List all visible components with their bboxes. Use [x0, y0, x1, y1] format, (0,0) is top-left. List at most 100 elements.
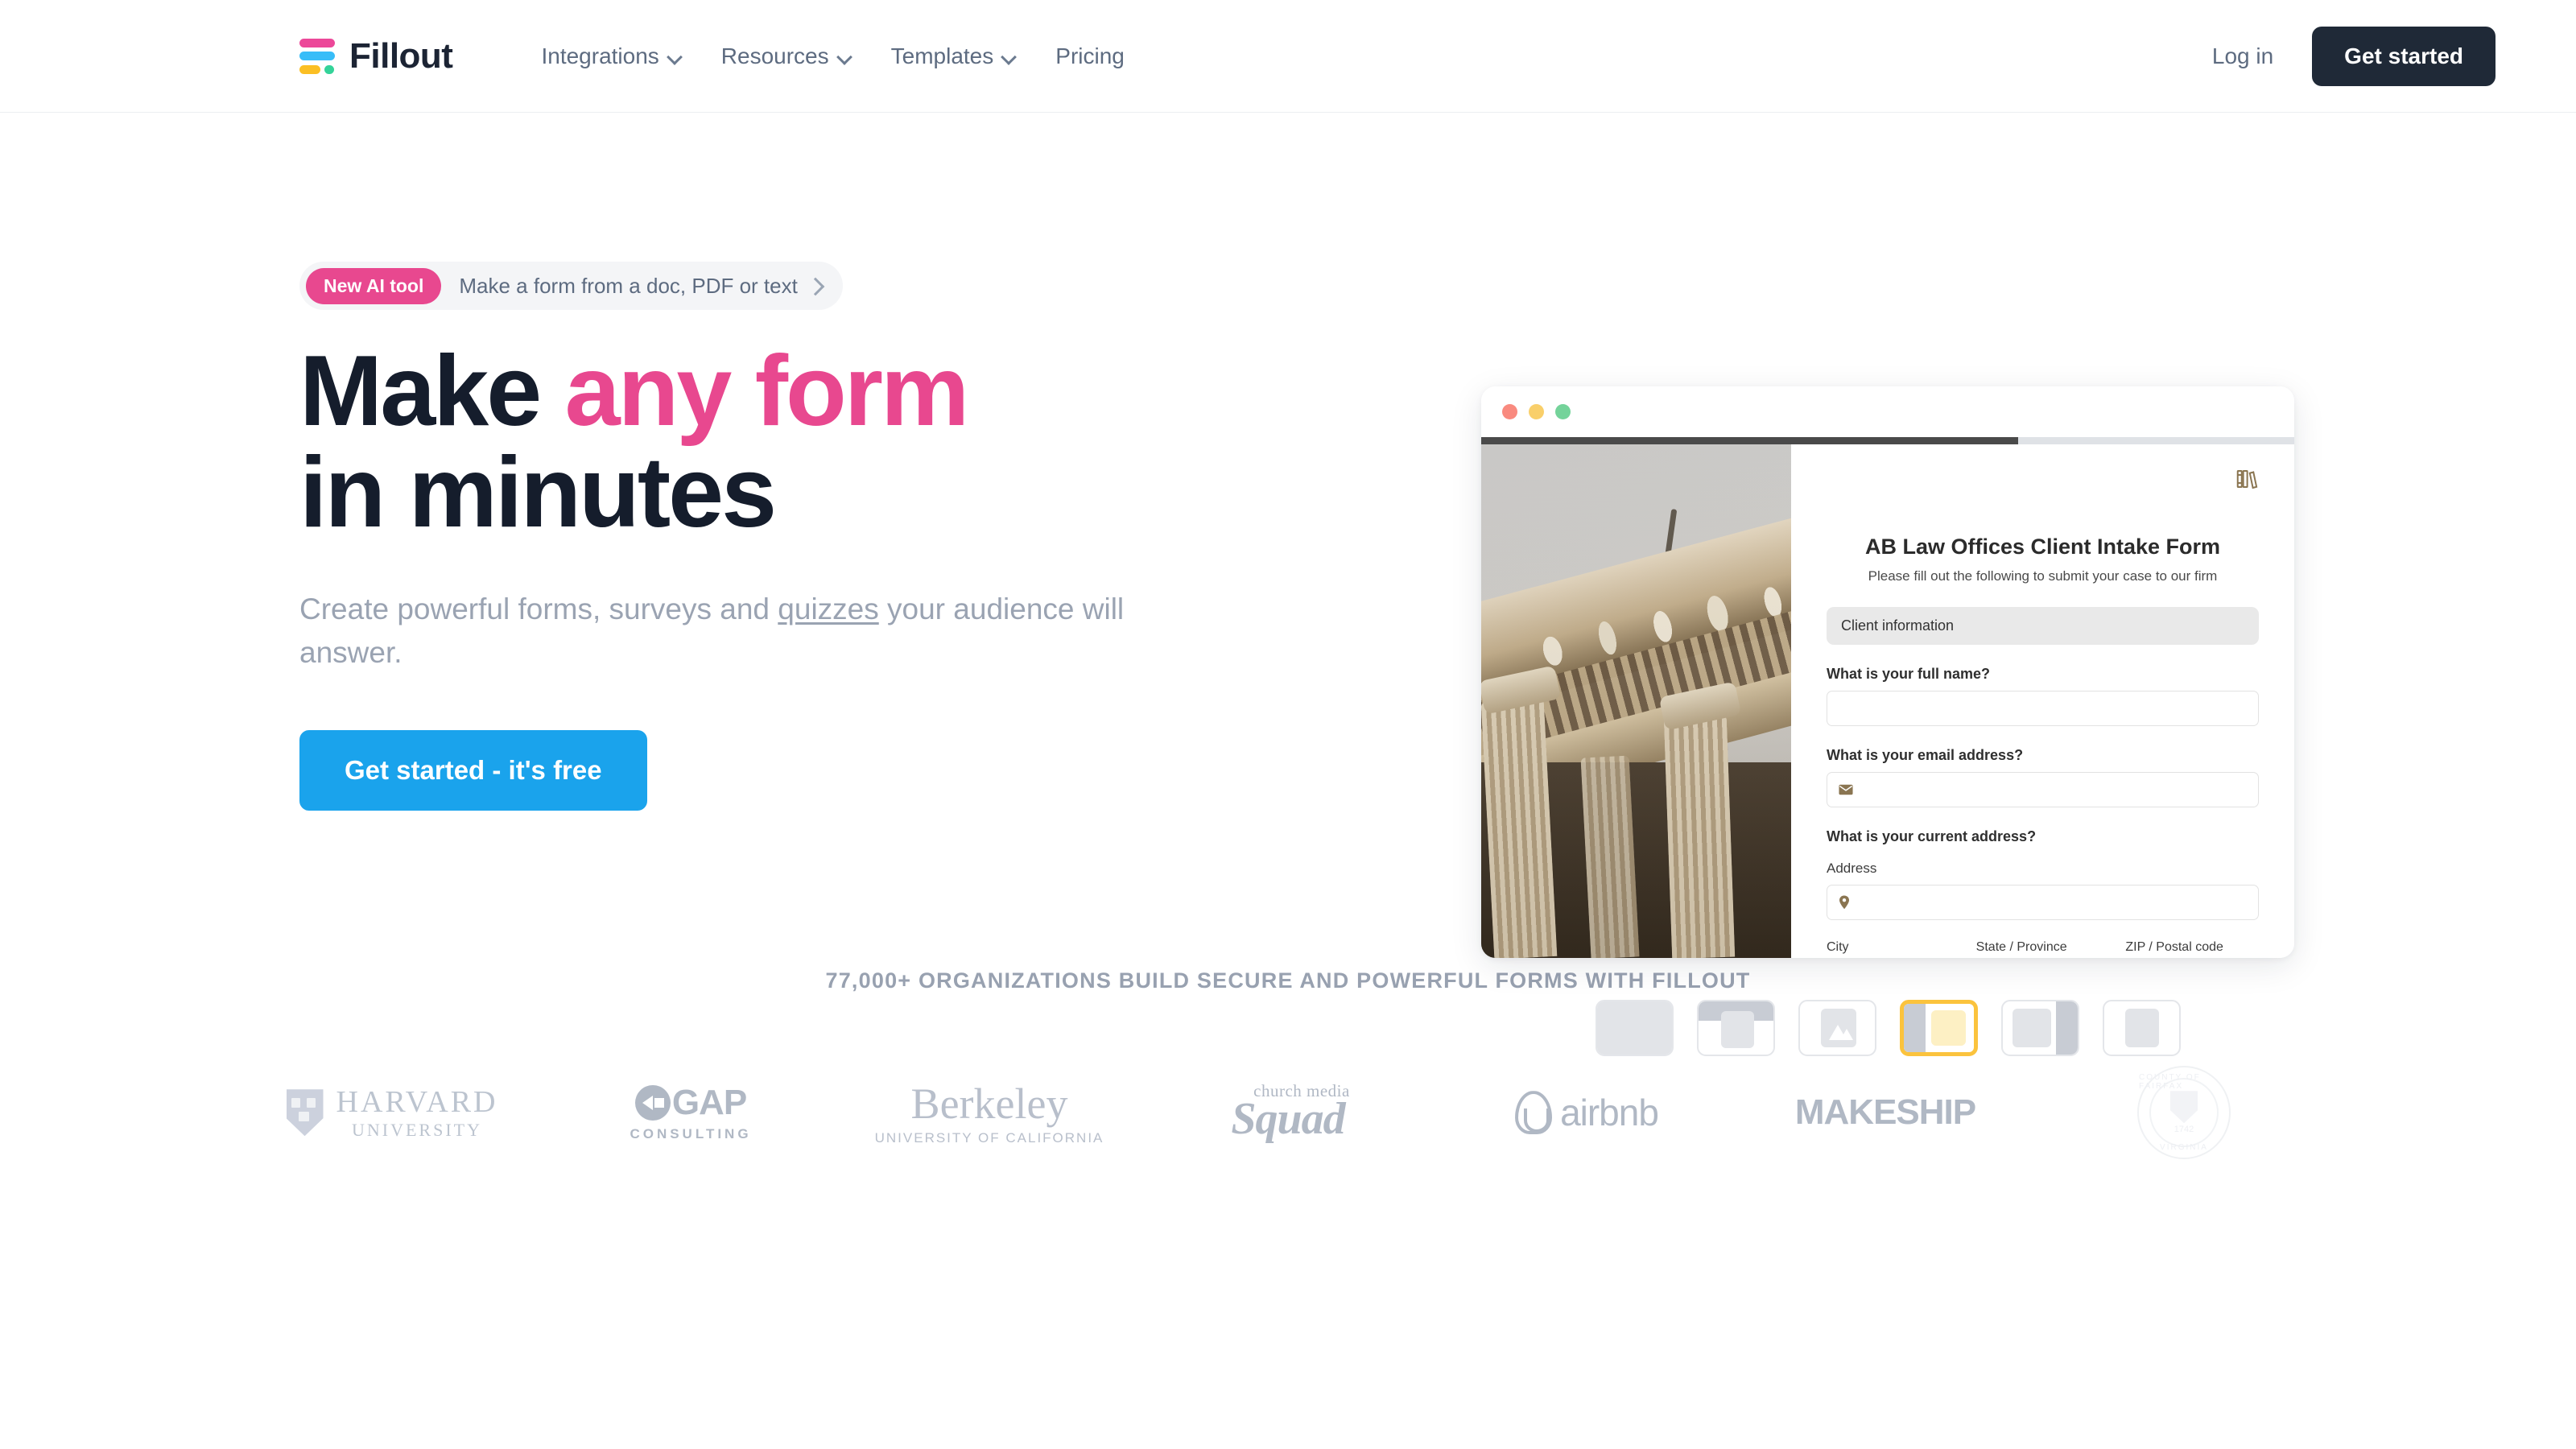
thumb-card	[2012, 1009, 2051, 1047]
thumb-card	[2124, 1009, 2159, 1047]
harvard-shield-icon	[286, 1089, 324, 1137]
fillout-logo-icon	[299, 35, 336, 77]
subhead-pre: Create powerful forms, surveys and	[299, 592, 778, 625]
city-label: City	[1827, 940, 1849, 954]
layout-thumb-top-banner[interactable]	[1696, 1000, 1775, 1056]
form-content: AB Law Offices Client Intake Form Please…	[1791, 444, 2294, 958]
window-titlebar	[1481, 386, 2294, 437]
logo-row-third	[299, 64, 336, 74]
harvard-wordmark: HARVARD	[336, 1084, 498, 1119]
courthouse-photo	[1481, 444, 1791, 958]
chevron-down-icon	[668, 52, 683, 60]
logo-bar-pink	[299, 38, 335, 47]
layout-thumb-plain-card[interactable]	[2102, 1000, 2181, 1056]
nav-item-pricing[interactable]: Pricing	[1036, 35, 1144, 77]
airbnb-mark-icon	[1515, 1091, 1552, 1134]
badge-text: Make a form from a doc, PDF or text	[459, 273, 798, 298]
nav-item-templates[interactable]: Templates	[872, 35, 1037, 77]
form-progress-fill	[1481, 437, 2018, 444]
browser-window-mockup: AB Law Offices Client Intake Form Please…	[1481, 386, 2294, 958]
logo-dot-green	[324, 64, 334, 74]
field-label-email: What is your email address?	[1827, 747, 2024, 763]
logo-church-media-squad: church media Squad	[1139, 1081, 1438, 1145]
badge-tag: New AI tool	[306, 267, 442, 304]
form-section-header: Client information	[1827, 607, 2259, 645]
state-label: State / Province	[1975, 940, 2067, 954]
makeship-wordmark: MAKESHIP	[1794, 1092, 1976, 1133]
thumb-card-selected	[1930, 1010, 1966, 1046]
layout-picker	[1481, 1000, 2294, 1056]
thumb-fill	[1596, 1001, 1672, 1055]
hero-copy: New AI tool Make a form from a doc, PDF …	[299, 262, 1249, 811]
squad-wordmark: Squad	[1231, 1093, 1345, 1144]
form-progress-bar	[1481, 437, 2294, 444]
nav-label-resources: Resources	[720, 43, 829, 68]
preview-form-subtitle: Please fill out the following to submit …	[1868, 568, 2218, 584]
thumb-card	[1720, 1011, 1754, 1048]
form-preview-body: AB Law Offices Client Intake Form Please…	[1481, 444, 2294, 958]
form-preview-panel: AB Law Offices Client Intake Form Please…	[1481, 386, 2294, 1056]
gap-wordmark: GAP	[671, 1083, 747, 1123]
logo-gap-consulting: GAP CONSULTING	[542, 1083, 840, 1142]
full-name-input[interactable]	[1827, 691, 2259, 726]
chevron-down-icon	[1002, 52, 1017, 60]
logo-county-of-fairfax: COUNTY OF FAIRFAX 1742 VIRGINIA	[2035, 1066, 2334, 1160]
hero-subheading: Create powerful forms, surveys and quizz…	[299, 588, 1153, 674]
hero-section: New AI tool Make a form from a doc, PDF …	[0, 113, 2576, 1056]
layout-thumb-right-split[interactable]	[2000, 1000, 2079, 1056]
seal-top-text: COUNTY OF FAIRFAX	[2139, 1073, 2201, 1092]
fairfax-seal-icon: COUNTY OF FAIRFAX 1742 VIRGINIA	[2137, 1066, 2231, 1160]
get-started-button[interactable]: Get started	[2312, 26, 2496, 86]
zip-field: ZIP / Postal code	[2125, 925, 2259, 958]
page-title: Make any form in minutes	[299, 341, 1249, 544]
field-label-full-name: What is your full name?	[1827, 666, 1991, 682]
chevron-down-icon	[838, 52, 852, 60]
window-maximize-dot-icon[interactable]	[1555, 404, 1571, 419]
nav-item-integrations[interactable]: Integrations	[522, 35, 701, 77]
window-close-dot-icon[interactable]	[1502, 404, 1517, 419]
nav-label-pricing: Pricing	[1055, 43, 1125, 68]
quizzes-link[interactable]: quizzes	[778, 592, 878, 625]
logo-airbnb: airbnb	[1438, 1091, 1736, 1134]
site-header: Fillout Integrations Resources Templates…	[0, 0, 2576, 113]
address-label: Address	[1827, 861, 1877, 876]
airbnb-wordmark: airbnb	[1560, 1092, 1659, 1134]
login-link[interactable]: Log in	[2212, 43, 2273, 69]
logo-harvard-university: HARVARD UNIVERSITY	[243, 1085, 542, 1141]
berkeley-wordmark: Berkeley	[910, 1080, 1068, 1129]
map-pin-icon	[1839, 895, 1849, 910]
address-input[interactable]	[1827, 885, 2259, 920]
zip-label: ZIP / Postal code	[2125, 940, 2223, 954]
seal-crest	[2170, 1091, 2198, 1124]
nav-label-integrations: Integrations	[541, 43, 659, 68]
thumb-side-left	[1903, 1004, 1926, 1052]
layout-thumb-full-bleed[interactable]	[1595, 1000, 1674, 1056]
layout-thumb-left-split[interactable]	[1899, 1000, 1978, 1056]
customer-logo-strip: HARVARD UNIVERSITY GAP CONSULTING Berkel…	[0, 1066, 2576, 1160]
logo-bar-blue	[299, 52, 335, 60]
headline-part1: Make	[299, 336, 565, 447]
thumb-side-right	[2055, 1001, 2078, 1055]
seal-bottom-text: VIRGINIA	[2160, 1143, 2208, 1153]
nav-item-resources[interactable]: Resources	[702, 35, 872, 77]
email-input[interactable]	[1827, 772, 2259, 807]
seal-year: 1742	[2174, 1125, 2194, 1135]
logo-uc-berkeley: Berkeley UNIVERSITY OF CALIFORNIA	[840, 1079, 1139, 1146]
envelope-icon	[1839, 784, 1853, 795]
brand-name: Fillout	[349, 35, 453, 76]
logo-bar-yellow	[299, 64, 320, 74]
header-actions: Log in Get started	[2212, 26, 2496, 86]
field-label-address: What is your current address?	[1827, 828, 2037, 844]
brand-logo[interactable]: Fillout	[299, 35, 453, 77]
window-minimize-dot-icon[interactable]	[1529, 404, 1544, 419]
hero-get-started-button[interactable]: Get started - it's free	[299, 730, 647, 811]
chevron-right-icon	[809, 279, 822, 292]
nav-label-templates: Templates	[890, 43, 994, 68]
layout-thumb-image-center[interactable]	[1798, 1000, 1876, 1056]
state-field: State / Province	[1976, 925, 2110, 958]
new-ai-tool-banner[interactable]: New AI tool Make a form from a doc, PDF …	[299, 262, 843, 310]
photo-overlay	[1481, 444, 1791, 958]
gap-mark-icon	[634, 1085, 671, 1121]
harvard-subtext: UNIVERSITY	[352, 1120, 482, 1141]
books-icon	[2235, 467, 2259, 495]
